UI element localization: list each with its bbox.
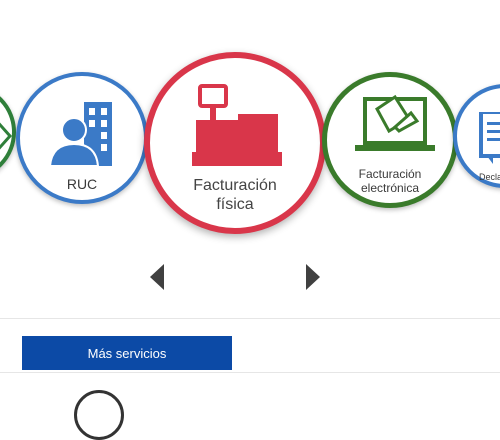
- facturacion-electronica-label-line1: Facturación: [358, 167, 422, 181]
- carousel-item-facturacion-electronica[interactable]: Facturación electrónica: [322, 72, 458, 208]
- declaraciones-label: Decla: [479, 172, 500, 182]
- chevron-left-icon[interactable]: [150, 262, 164, 292]
- facturacion-fisica-label-line2: física: [216, 196, 254, 213]
- more-services-button[interactable]: Más servicios: [22, 336, 232, 370]
- circle-icon: [74, 390, 124, 440]
- cash-register-icon: [192, 84, 282, 166]
- facturacion-fisica-label-line1: Facturación: [193, 177, 277, 194]
- facturacion-electronica-label: Facturación electrónica: [327, 167, 453, 195]
- chevron-right-icon[interactable]: [306, 262, 320, 292]
- carousel-item-facturacion-fisica[interactable]: Facturación física: [144, 52, 326, 234]
- carousel-item-previous[interactable]: [0, 84, 16, 180]
- facturacion-fisica-label: Facturación física: [150, 176, 320, 214]
- services-carousel: RUC Facturación física Facturación elect…: [0, 0, 500, 310]
- section-divider-bottom: [0, 372, 500, 373]
- carousel-item-declaraciones[interactable]: Decla: [453, 84, 500, 188]
- laptop-document-icon: [355, 94, 435, 151]
- facturacion-electronica-label-line2: electrónica: [360, 181, 420, 195]
- ruc-label: RUC: [66, 176, 98, 192]
- section-divider: [0, 318, 500, 319]
- person-building-icon: [48, 102, 112, 167]
- carousel-item-ruc[interactable]: RUC: [16, 72, 148, 204]
- document-icon: [479, 112, 500, 164]
